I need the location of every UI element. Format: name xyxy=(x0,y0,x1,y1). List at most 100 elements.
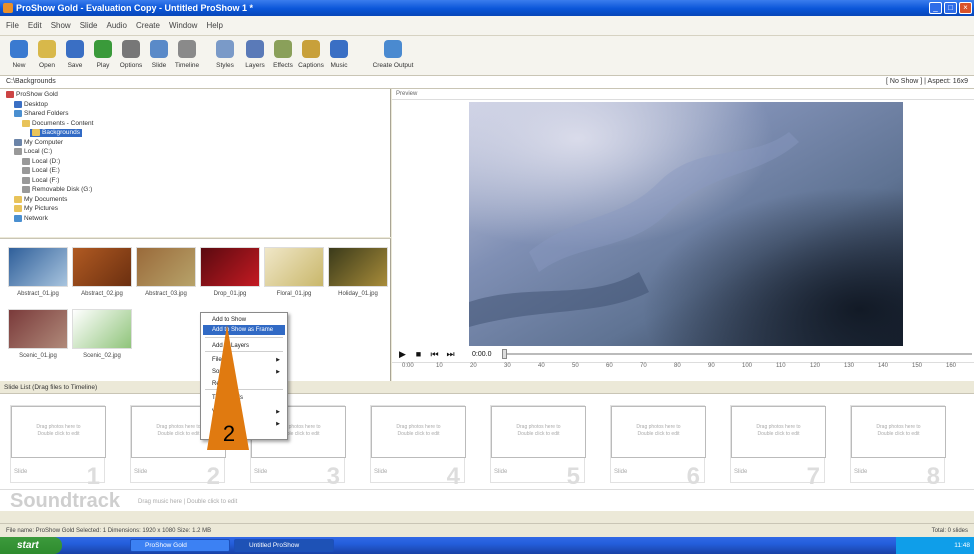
status-total: Total: 0 slides xyxy=(931,528,968,534)
slide-slot[interactable]: Drag photos here to Double click to edit S… xyxy=(610,405,706,490)
slide-slot[interactable]: Drag photos here to Double click to edit S… xyxy=(10,405,106,490)
tree-item[interactable]: Local (E:) xyxy=(22,167,60,175)
slide-tag: Slide xyxy=(134,469,148,475)
file-name: Floral_01.jpg xyxy=(276,291,312,297)
menu-edit[interactable]: Edit xyxy=(28,21,42,30)
menu-help[interactable]: Help xyxy=(206,21,222,30)
slide-drop-target[interactable]: Drag photos here to Double click to edit xyxy=(731,406,826,458)
playback-scrubber[interactable] xyxy=(502,353,972,355)
tree-item-label: Backgrounds xyxy=(42,129,80,137)
folder-icon xyxy=(14,138,22,146)
path-bar: C:\Backgrounds [ No Show ] | Aspect: 16x… xyxy=(0,76,974,89)
slide-slot[interactable]: Drag photos here to Double click to edit S… xyxy=(490,405,586,490)
submenu-arrow-icon: ▶ xyxy=(276,369,280,375)
tree-item[interactable]: My Pictures xyxy=(14,205,58,213)
maximize-button[interactable]: □ xyxy=(944,2,957,14)
scrubber-handle[interactable] xyxy=(502,349,507,359)
menu-slide[interactable]: Slide xyxy=(80,21,98,30)
options-button[interactable]: Options xyxy=(118,40,144,74)
folder-icon xyxy=(22,176,30,184)
slide-placeholder-hint: Double click to edit xyxy=(397,431,440,437)
soundtrack-area[interactable]: Soundtrack Drag music here | Double clic… xyxy=(0,489,974,512)
slide-placeholder-hint: Double click to edit xyxy=(517,431,560,437)
file-thumbnail[interactable] xyxy=(136,247,196,287)
taskbar-app-untitled[interactable]: Untitled ProShow xyxy=(234,539,334,552)
tree-item[interactable]: Local (D:) xyxy=(22,157,60,166)
captions-button[interactable]: Captions xyxy=(298,40,324,74)
skip-forward-icon[interactable]: ⏭ xyxy=(446,350,455,359)
slide-drop-target[interactable]: Drag photos here to Double click to edit xyxy=(851,406,946,458)
file-thumbnail[interactable] xyxy=(72,309,132,349)
slide-tag: Slide xyxy=(614,469,628,475)
play-icon xyxy=(94,40,112,58)
skip-back-icon[interactable]: ⏮ xyxy=(430,350,439,359)
menu-window[interactable]: Window xyxy=(169,21,197,30)
stop-icon[interactable]: ■ xyxy=(414,350,423,359)
tree-item[interactable]: Local (C:) xyxy=(14,148,52,156)
file-name: Drop_01.jpg xyxy=(213,291,247,297)
save-button[interactable]: Save xyxy=(62,40,88,74)
slide-placeholder-hint: Double click to edit xyxy=(757,431,800,437)
slide-drop-target[interactable]: Drag photos here to Double click to edit xyxy=(611,406,706,458)
effects-icon xyxy=(274,40,292,58)
ruler-tick-label: 130 xyxy=(844,363,855,369)
tree-item[interactable]: Network xyxy=(14,214,48,223)
file-list-panel: Abstract_01.jpg Abstract_02.jpg Abstract_0… xyxy=(0,238,391,381)
folder-icon xyxy=(22,157,30,165)
layers-icon xyxy=(246,40,264,58)
slide-drop-target[interactable]: Drag photos here to Double click to edit xyxy=(11,406,106,458)
play-button[interactable]: Play xyxy=(90,40,116,74)
new-button[interactable]: New xyxy=(6,40,32,74)
context-menu-item[interactable]: Add to Show xyxy=(203,315,285,325)
file-thumbnail[interactable] xyxy=(264,247,324,287)
file-thumbnail[interactable] xyxy=(8,247,68,287)
file-thumbnail[interactable] xyxy=(72,247,132,287)
options-icon xyxy=(122,40,140,58)
minimize-button[interactable]: _ xyxy=(929,2,942,14)
tree-item[interactable]: ProShow Gold xyxy=(6,91,58,99)
ruler-tick-label: 50 xyxy=(572,363,579,369)
tree-item[interactable]: Desktop xyxy=(14,100,48,109)
slide-placeholder-hint: Double click to edit xyxy=(877,431,920,437)
file-thumbnail[interactable] xyxy=(8,309,68,349)
menu-file[interactable]: File xyxy=(6,21,19,30)
tree-item[interactable]: My Computer xyxy=(14,138,63,147)
slide-slot[interactable]: Drag photos here to Double click to edit S… xyxy=(850,405,946,490)
open-button[interactable]: Open xyxy=(34,40,60,74)
menu-show[interactable]: Show xyxy=(51,21,71,30)
slide-number: 2 xyxy=(206,463,220,490)
create-output-button[interactable]: Create Output xyxy=(370,40,416,74)
toolbar-label: Play xyxy=(96,62,110,69)
slide-button[interactable]: Slide xyxy=(146,40,172,74)
tree-item[interactable]: Local (F:) xyxy=(22,176,59,185)
play-icon[interactable]: ▶ xyxy=(398,350,407,359)
soundtrack-label: Soundtrack xyxy=(10,490,121,512)
effects-button[interactable]: Effects xyxy=(270,40,296,74)
tree-item[interactable]: Backgrounds xyxy=(30,129,82,138)
folder-icon xyxy=(14,148,22,155)
context-menu-label: Add to Show xyxy=(212,317,247,323)
timeline-button[interactable]: Timeline xyxy=(174,40,200,74)
menu-audio[interactable]: Audio xyxy=(107,21,127,30)
tree-item[interactable]: My Documents xyxy=(14,195,67,204)
layers-button[interactable]: Layers xyxy=(242,40,268,74)
slide-slot[interactable]: Drag photos here to Double click to edit S… xyxy=(370,405,466,490)
file-thumbnail[interactable] xyxy=(328,247,388,287)
slide-slot[interactable]: Drag photos here to Double click to edit S… xyxy=(730,405,826,490)
start-button[interactable]: start xyxy=(0,537,62,554)
tree-item[interactable]: Removable Disk (G:) xyxy=(22,186,92,194)
slide-drop-target[interactable]: Drag photos here to Double click to edit xyxy=(491,406,586,458)
preview-image xyxy=(469,102,903,346)
music-button[interactable]: Music xyxy=(326,40,352,74)
close-button[interactable]: × xyxy=(959,2,972,14)
tree-item[interactable]: Shared Folders xyxy=(14,110,68,118)
slide-tag: Slide xyxy=(14,469,28,475)
slide-number: 1 xyxy=(86,463,100,490)
tree-item[interactable]: Documents - Content xyxy=(22,119,93,128)
slide-drop-target[interactable]: Drag photos here to Double click to edit xyxy=(371,406,466,458)
tree-item-label: Removable Disk (G:) xyxy=(32,186,93,194)
taskbar-app-proshow[interactable]: ProShow Gold xyxy=(130,539,230,552)
menu-create[interactable]: Create xyxy=(136,21,160,30)
styles-button[interactable]: Styles xyxy=(212,40,238,74)
file-thumbnail[interactable] xyxy=(200,247,260,287)
